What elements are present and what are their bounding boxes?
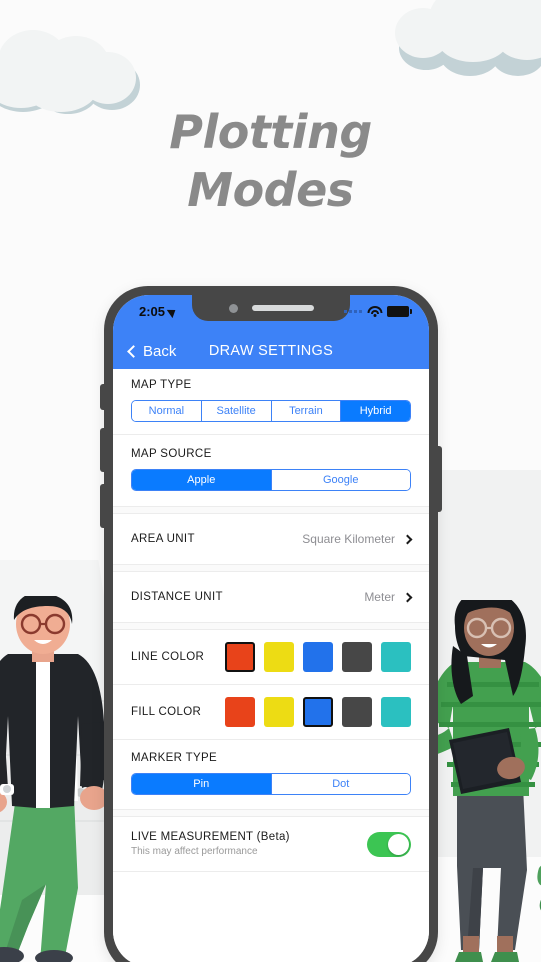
map-source-option-apple[interactable]: Apple (132, 470, 272, 490)
line-color-label: LINE COLOR (131, 651, 205, 663)
headline-line-2: Modes (187, 162, 354, 217)
phone-mockup: 2:05 Back DRAW SETTINGS MAP TYPE Normal … (100, 286, 442, 962)
live-measurement-label: LIVE MEASUREMENT (Beta) (131, 831, 290, 843)
cloud-left-icon (0, 18, 144, 118)
map-type-label: MAP TYPE (131, 379, 192, 391)
area-unit-value-group: Square Kilometer (302, 532, 413, 546)
fill-color-swatch-2[interactable] (303, 697, 333, 727)
fill-color-swatch-1[interactable] (264, 697, 294, 727)
distance-unit-value: Meter (364, 590, 395, 604)
headline-line-1: Plotting (169, 105, 372, 159)
earpiece-speaker-icon (251, 305, 314, 311)
map-source-option-google[interactable]: Google (271, 470, 410, 490)
settings-list: MAP TYPE Normal Satellite Terrain Hybrid… (113, 369, 429, 962)
status-bar: 2:05 (113, 295, 429, 333)
wifi-icon (367, 306, 382, 317)
section-divider (113, 623, 429, 630)
distance-unit-label: DISTANCE UNIT (131, 591, 223, 603)
map-type-option-hybrid[interactable]: Hybrid (341, 401, 410, 421)
section-map-type: MAP TYPE Normal Satellite Terrain Hybrid (113, 369, 429, 435)
fill-color-swatch-3[interactable] (342, 697, 372, 727)
fill-color-swatch-4[interactable] (381, 697, 411, 727)
line-color-swatch-1[interactable] (264, 642, 294, 672)
poster-canvas: Plotting Modes 2:05 Back DRAW SETTINGS M… (0, 0, 541, 962)
live-measurement-text-group: LIVE MEASUREMENT (Beta) This may affect … (131, 831, 290, 857)
chevron-right-icon (402, 592, 413, 602)
line-color-swatch-3[interactable] (342, 642, 372, 672)
live-measurement-subtitle: This may affect performance (131, 846, 258, 857)
map-type-segmented-control[interactable]: Normal Satellite Terrain Hybrid (131, 400, 411, 422)
section-divider (113, 810, 429, 817)
marker-type-option-dot[interactable]: Dot (271, 774, 410, 794)
line-color-swatches (225, 642, 411, 672)
signal-dots-icon (344, 310, 362, 313)
row-distance-unit[interactable]: DISTANCE UNIT Meter (113, 572, 429, 623)
location-arrow-icon (166, 305, 179, 318)
back-button[interactable]: Back (127, 342, 177, 360)
fill-color-label: FILL COLOR (131, 706, 202, 718)
front-camera-icon (228, 303, 238, 313)
row-area-unit[interactable]: AREA UNIT Square Kilometer (113, 514, 429, 565)
chevron-right-icon (402, 534, 413, 544)
row-line-color: LINE COLOR (113, 630, 429, 685)
cloud-right-icon (381, 0, 541, 86)
section-divider (113, 565, 429, 572)
area-unit-label: AREA UNIT (131, 533, 195, 545)
back-button-label: Back (143, 342, 177, 360)
volume-up-button[interactable] (100, 428, 104, 472)
battery-full-icon (387, 306, 412, 317)
map-source-segmented-control[interactable]: Apple Google (131, 469, 411, 491)
section-marker-type: MARKER TYPE Pin Dot (113, 740, 429, 810)
fill-color-swatch-0[interactable] (225, 697, 255, 727)
volume-down-button[interactable] (100, 484, 104, 528)
row-fill-color: FILL COLOR (113, 685, 429, 740)
left-character (0, 596, 108, 962)
page-title: Plotting Modes (0, 104, 541, 220)
map-type-option-terrain[interactable]: Terrain (271, 401, 342, 421)
section-map-source: MAP SOURCE Apple Google (113, 435, 429, 507)
right-character (427, 600, 541, 962)
marker-type-label: MARKER TYPE (131, 752, 218, 764)
phone-screen: 2:05 Back DRAW SETTINGS MAP TYPE Normal … (113, 295, 429, 962)
row-live-measurement[interactable]: LIVE MEASUREMENT (Beta) This may affect … (113, 817, 429, 872)
line-color-swatch-2[interactable] (303, 642, 333, 672)
fill-color-swatches (225, 697, 411, 727)
notch (192, 295, 350, 321)
status-time: 2:05 (139, 304, 166, 319)
power-button[interactable] (438, 446, 442, 512)
area-unit-value: Square Kilometer (302, 532, 395, 546)
toggle-knob (388, 833, 409, 855)
map-type-option-satellite[interactable]: Satellite (201, 401, 272, 421)
map-source-label: MAP SOURCE (131, 448, 212, 460)
live-measurement-toggle[interactable] (367, 831, 411, 857)
section-divider (113, 507, 429, 514)
status-clock: 2:05 (139, 304, 179, 319)
chevron-left-icon (127, 344, 140, 358)
silent-switch-button[interactable] (100, 384, 104, 410)
map-type-option-normal[interactable]: Normal (132, 401, 202, 421)
status-indicators (344, 306, 412, 317)
marker-type-segmented-control[interactable]: Pin Dot (131, 773, 411, 795)
line-color-swatch-4[interactable] (381, 642, 411, 672)
line-color-swatch-0[interactable] (225, 642, 255, 672)
marker-type-option-pin[interactable]: Pin (132, 774, 272, 794)
distance-unit-value-group: Meter (364, 590, 413, 604)
nav-bar: Back DRAW SETTINGS (113, 333, 429, 369)
